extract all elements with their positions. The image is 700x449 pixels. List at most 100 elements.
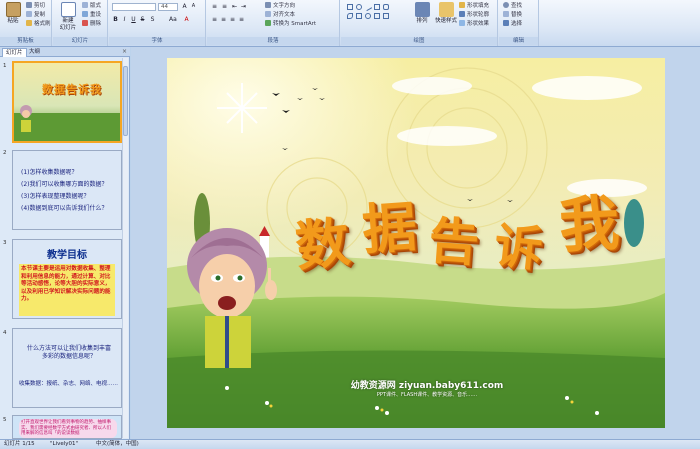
align-left-button[interactable]: ≡ [211, 16, 218, 23]
strikethrough-button[interactable]: S [139, 16, 146, 23]
slide-thumbnail-2[interactable]: (1)怎样收集数据呢？ (2)我们可以收集哪方面的数据？ (3)怎样表现整理数据… [12, 150, 122, 230]
font-size-combo[interactable]: 44 [158, 3, 178, 11]
quick-styles-icon [438, 2, 454, 17]
new-slide-button[interactable]: 新建 幻灯片 [56, 2, 80, 32]
editing-group: 查找 替换 选择 编辑 [499, 0, 539, 46]
clipboard-group: 粘贴 剪切 复制 格式刷 剪贴板 [0, 0, 52, 46]
copy-icon [26, 11, 32, 17]
paragraph-label: 段落 [207, 37, 339, 45]
numbering-button[interactable]: ≡ [221, 3, 228, 10]
scrollbar-thumb[interactable] [123, 66, 128, 136]
replace-icon [503, 11, 509, 17]
shrink-font-button[interactable]: A [190, 3, 197, 10]
underline-button[interactable]: U [130, 16, 137, 23]
format-painter-button[interactable]: 格式刷 [26, 20, 51, 28]
language-indicator[interactable]: 中文(简体，中国) [96, 440, 139, 449]
tab-slides[interactable]: 幻灯片 [2, 48, 27, 57]
slide-1-title: 数据告诉我 [42, 83, 102, 96]
arrange-button[interactable]: 排列 [411, 2, 433, 25]
slide-thumbnail-5[interactable]: 打开直观世界让我们看到事物的趋势、抽样事实、我们需要经数学方式由研究者、所以人们… [12, 415, 122, 439]
copy-button[interactable]: 复制 [26, 11, 45, 19]
font-name-combo[interactable] [112, 3, 156, 11]
quick-styles-button[interactable]: 快速样式 [435, 2, 457, 25]
effects-icon [459, 20, 465, 26]
slide-number: 4 [3, 330, 7, 336]
theme-name: "Lively01" [50, 441, 79, 447]
shape-fill-button[interactable]: 形状填充 [459, 2, 489, 10]
justify-button[interactable]: ≡ [238, 16, 245, 23]
watermark-text: 幼教资源网 ziyuan.baby611.com [350, 381, 504, 391]
shape-rectangle-icon[interactable] [347, 4, 353, 10]
font-color-button[interactable]: A [183, 16, 190, 23]
smartart-icon [265, 20, 271, 26]
reset-icon [82, 11, 88, 17]
replace-button[interactable]: 替换 [503, 11, 522, 19]
smartart-button[interactable]: 转换为 SmartArt [265, 20, 316, 28]
decrease-indent-button[interactable]: ⇤ [231, 3, 238, 10]
ribbon: 粘贴 剪切 复制 格式刷 剪贴板 新建 幻灯片 版式 重设 删除 幻灯片 44 … [0, 0, 700, 47]
clipboard-label: 剪贴板 [0, 37, 51, 45]
slide-4-question: 什么方法可以让我们收集到丰富多彩的数据信息呢？ [27, 345, 112, 360]
select-button[interactable]: 选择 [503, 20, 522, 28]
paragraph-group: ≡ ≡ ⇤ ⇥ ≡ ≡ ≡ ≡ 文字方向 对齐文本 转换为 SmartArt 段… [207, 0, 340, 46]
shadow-button[interactable]: S [149, 16, 156, 23]
tree [624, 199, 644, 247]
slide-thumbnail-1[interactable]: 数据告诉我 [12, 61, 122, 143]
slide-number: 1 [3, 63, 7, 69]
layout-button[interactable]: 版式 [82, 2, 101, 10]
font-group: 44 A A B I U S S Aa A 字体 [109, 0, 206, 46]
tab-outline[interactable]: 大纲 [26, 48, 43, 57]
panel-tabs: 幻灯片 大纲 × [0, 47, 130, 57]
scissors-icon [26, 2, 32, 8]
find-button[interactable]: 查找 [503, 2, 522, 10]
find-icon [503, 2, 509, 8]
close-icon[interactable]: × [122, 48, 127, 56]
slide-thumbnail-3[interactable]: 教学目标 本节课主要是运用对数据收集、整理和利用信息的能力，通过计算、对比等活动… [12, 239, 122, 319]
shape-smiley-icon[interactable] [365, 13, 371, 19]
align-text-button[interactable]: 对齐文本 [265, 11, 295, 19]
slide-counter: 幻灯片 1/15 [4, 441, 35, 447]
slide-thumbnail-4[interactable]: 什么方法可以让我们收集到丰富多彩的数据信息呢？ 收集数据：报纸、杂志、网络、电视… [12, 328, 122, 408]
shape-rounded-icon[interactable] [383, 4, 389, 10]
shape-effects-button[interactable]: 形状效果 [459, 20, 489, 28]
italic-button[interactable]: I [121, 16, 128, 23]
shape-arc-icon[interactable] [347, 13, 353, 19]
slides-label: 幻灯片 [53, 37, 107, 45]
title-char: 告 [426, 210, 481, 273]
fill-bucket-icon [459, 2, 465, 8]
arrange-icon [414, 2, 430, 17]
layout-icon [82, 2, 88, 8]
bold-button[interactable]: B [112, 16, 119, 23]
bullets-button[interactable]: ≡ [211, 3, 218, 10]
title-char: 数 [292, 209, 353, 279]
slide-number: 5 [3, 417, 7, 423]
brush-icon [26, 20, 32, 26]
shape-line-icon[interactable] [363, 2, 373, 12]
text-direction-button[interactable]: 文字方向 [265, 2, 295, 10]
slide-number: 3 [3, 240, 7, 246]
grow-font-button[interactable]: A [181, 3, 188, 10]
paste-button[interactable]: 粘贴 [2, 2, 24, 25]
shape-triangle-icon[interactable] [356, 13, 362, 19]
delete-button[interactable]: 删除 [82, 20, 101, 28]
shape-outline-button[interactable]: 形状轮廓 [459, 11, 489, 19]
increase-indent-button[interactable]: ⇥ [240, 3, 247, 10]
shape-oval-icon[interactable] [356, 4, 362, 10]
status-bar: 幻灯片 1/15 "Lively01" 中文(简体，中国) [0, 439, 700, 449]
shape-star-icon[interactable] [383, 13, 389, 19]
align-right-button[interactable]: ≡ [229, 16, 236, 23]
outline-pen-icon [459, 11, 465, 17]
new-slide-icon [60, 2, 76, 17]
cut-button[interactable]: 剪切 [26, 2, 45, 10]
main-slide[interactable]: 数 据 告 诉 我 幼教资源网 ziyuan.baby611.com PPT课件… [167, 58, 665, 428]
drawing-group: 排列 快速样式 形状填充 形状轮廓 形状效果 绘图 [341, 0, 498, 46]
reset-button[interactable]: 重设 [82, 11, 101, 19]
slide-4-answer: 收集数据：报纸、杂志、网络、电视…… [19, 381, 119, 387]
watermark-subtext: PPT课件、FLASH课件、教学资源、音乐…… [376, 392, 478, 398]
shape-arrow-icon[interactable] [374, 13, 380, 19]
shape-textbox-icon[interactable] [374, 4, 380, 10]
panel-scrollbar[interactable] [122, 58, 128, 438]
select-icon [503, 20, 509, 26]
change-case-button[interactable]: Aa [169, 16, 177, 23]
align-center-button[interactable]: ≡ [220, 16, 227, 23]
